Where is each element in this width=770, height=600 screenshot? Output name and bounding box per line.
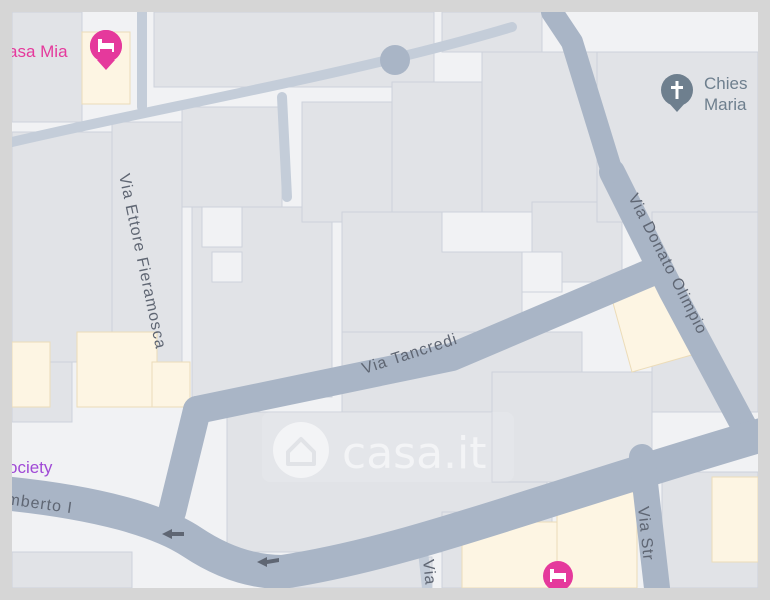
- watermark: casa.it: [262, 412, 514, 482]
- street-label-via-partial: Via: [419, 559, 439, 586]
- watermark-text: casa.it: [342, 428, 487, 479]
- roundabout: [380, 45, 410, 75]
- map-canvas[interactable]: Via Tancredi Via Donato Olimpio Via Etto…: [12, 12, 758, 588]
- poi-label-society[interactable]: ociety: [12, 458, 53, 477]
- poi-label-hotel: asa Mia: [12, 42, 68, 61]
- poi-label-church: Chies: [704, 74, 747, 93]
- poi-label-church-line2: Maria: [704, 95, 747, 114]
- house-logo-icon: [273, 422, 329, 478]
- map-svg[interactable]: Via Tancredi Via Donato Olimpio Via Etto…: [12, 12, 758, 588]
- block: [12, 12, 83, 123]
- map-frame: Via Tancredi Via Donato Olimpio Via Etto…: [0, 0, 770, 600]
